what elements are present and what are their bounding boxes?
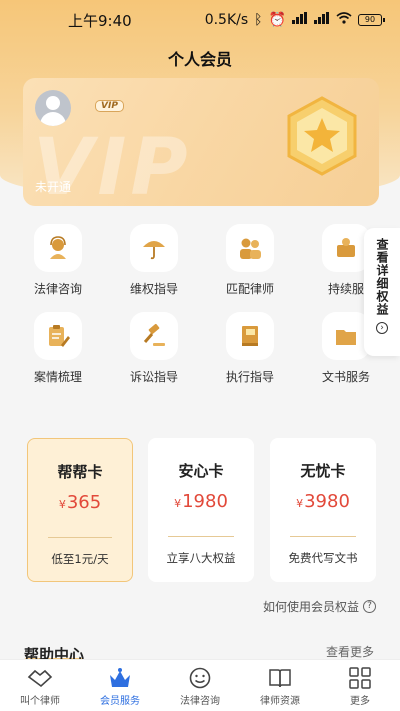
tab-more[interactable]: 更多 — [320, 660, 400, 711]
tab-label: 更多 — [350, 696, 370, 707]
lawyer-headset-icon — [50, 236, 66, 259]
service-label: 案情梳理 — [33, 370, 82, 384]
network-speed: 0.5K/s — [204, 12, 249, 28]
status-time: 上午9:40 — [68, 11, 132, 30]
wifi-icon — [336, 12, 352, 28]
signal-icon-2 — [314, 12, 330, 28]
chevron-right-icon: › — [376, 322, 388, 334]
tab-label: 会员服务 — [100, 696, 140, 707]
service-label: 维权指导 — [129, 282, 178, 296]
service-item[interactable]: 诉讼指导 — [114, 312, 194, 392]
service-item[interactable]: 案情梳理 — [18, 312, 98, 392]
service-label: 法律咨询 — [33, 282, 82, 296]
card-name: 无忧卡 — [300, 462, 346, 480]
vip-badge: VIP — [95, 100, 124, 112]
vip-status: 未开通 — [35, 180, 72, 194]
book-icon — [242, 326, 258, 346]
open-book-icon — [269, 669, 291, 688]
alarm-icon: ⏰ — [268, 12, 286, 28]
card-name: 安心卡 — [178, 462, 224, 480]
handshake-icon — [27, 669, 53, 688]
divider — [168, 536, 234, 537]
grid-icon — [349, 667, 371, 689]
service-label: 匹配律师 — [225, 282, 274, 296]
card-desc: 免费代写文书 — [288, 551, 358, 565]
clipboard-pen-icon — [49, 325, 70, 347]
how-to-use-link[interactable]: 如何使用会员权益 ? — [263, 598, 376, 615]
tab-lawyer-resources[interactable]: 律师资源 — [240, 660, 320, 711]
status-indicators: 0.5K/s ᛒ ⏰ 90 — [204, 12, 385, 28]
service-icon — [337, 238, 355, 257]
service-item[interactable]: 执行指导 — [210, 312, 290, 392]
service-label: 文书服务 — [321, 370, 370, 384]
card-price: ¥3980 — [296, 491, 350, 512]
service-item[interactable]: 维权指导 — [114, 224, 194, 304]
membership-cards: 帮帮卡 ¥365 低至1元/天 安心卡 ¥1980 立享八大权益 无忧卡 ¥39… — [27, 438, 377, 582]
divider — [290, 536, 356, 537]
signal-icon — [292, 12, 308, 28]
vip-card[interactable]: VIP VIP 未开通 — [23, 78, 379, 206]
membership-card[interactable]: 安心卡 ¥1980 立享八大权益 — [148, 438, 254, 582]
people-icon — [240, 238, 261, 259]
folder-icon — [336, 330, 356, 345]
card-desc: 立享八大权益 — [166, 551, 236, 565]
service-item[interactable]: 法律咨询 — [18, 224, 98, 304]
card-price: ¥1980 — [174, 491, 228, 512]
bluetooth-icon: ᛒ — [254, 12, 263, 28]
tab-call-lawyer[interactable]: 叫个律师 — [0, 660, 80, 711]
divider — [48, 537, 112, 538]
membership-card[interactable]: 帮帮卡 ¥365 低至1元/天 — [27, 438, 133, 582]
view-benefits-label: 查看详细权益 — [375, 238, 389, 316]
crown-icon — [110, 668, 130, 687]
service-label: 诉讼指导 — [129, 370, 178, 384]
status-bar: 上午9:40 0.5K/s ᛒ ⏰ 90 — [0, 0, 400, 40]
service-label: 执行指导 — [225, 370, 274, 384]
star-medal-icon — [287, 96, 357, 176]
smile-icon — [189, 667, 211, 689]
tab-legal-consult[interactable]: 法律咨询 — [160, 660, 240, 711]
view-benefits-tab[interactable]: 查看详细权益 › — [364, 228, 400, 356]
tab-member-service[interactable]: 会员服务 — [80, 660, 160, 711]
tab-label: 律师资源 — [260, 696, 300, 707]
bottom-tabbar: 叫个律师 会员服务 法律咨询 律师资源 更多 — [0, 659, 400, 711]
page-title: 个人会员 — [167, 50, 232, 69]
service-item[interactable]: 匹配律师 — [210, 224, 290, 304]
tab-label: 法律咨询 — [180, 696, 220, 707]
avatar[interactable] — [35, 90, 71, 126]
help-question-icon: ? — [363, 600, 376, 613]
card-desc: 低至1元/天 — [51, 552, 109, 566]
membership-card[interactable]: 无忧卡 ¥3980 免费代写文书 — [270, 438, 376, 582]
gavel-icon — [143, 323, 165, 346]
how-to-use-label: 如何使用会员权益 — [262, 600, 359, 614]
umbrella-icon — [143, 241, 165, 260]
card-price: ¥365 — [58, 492, 102, 513]
battery-icon: 90 — [358, 14, 385, 26]
help-more-link[interactable]: 查看更多 — [326, 643, 374, 660]
tab-label: 叫个律师 — [20, 696, 60, 707]
card-name: 帮帮卡 — [57, 463, 103, 481]
